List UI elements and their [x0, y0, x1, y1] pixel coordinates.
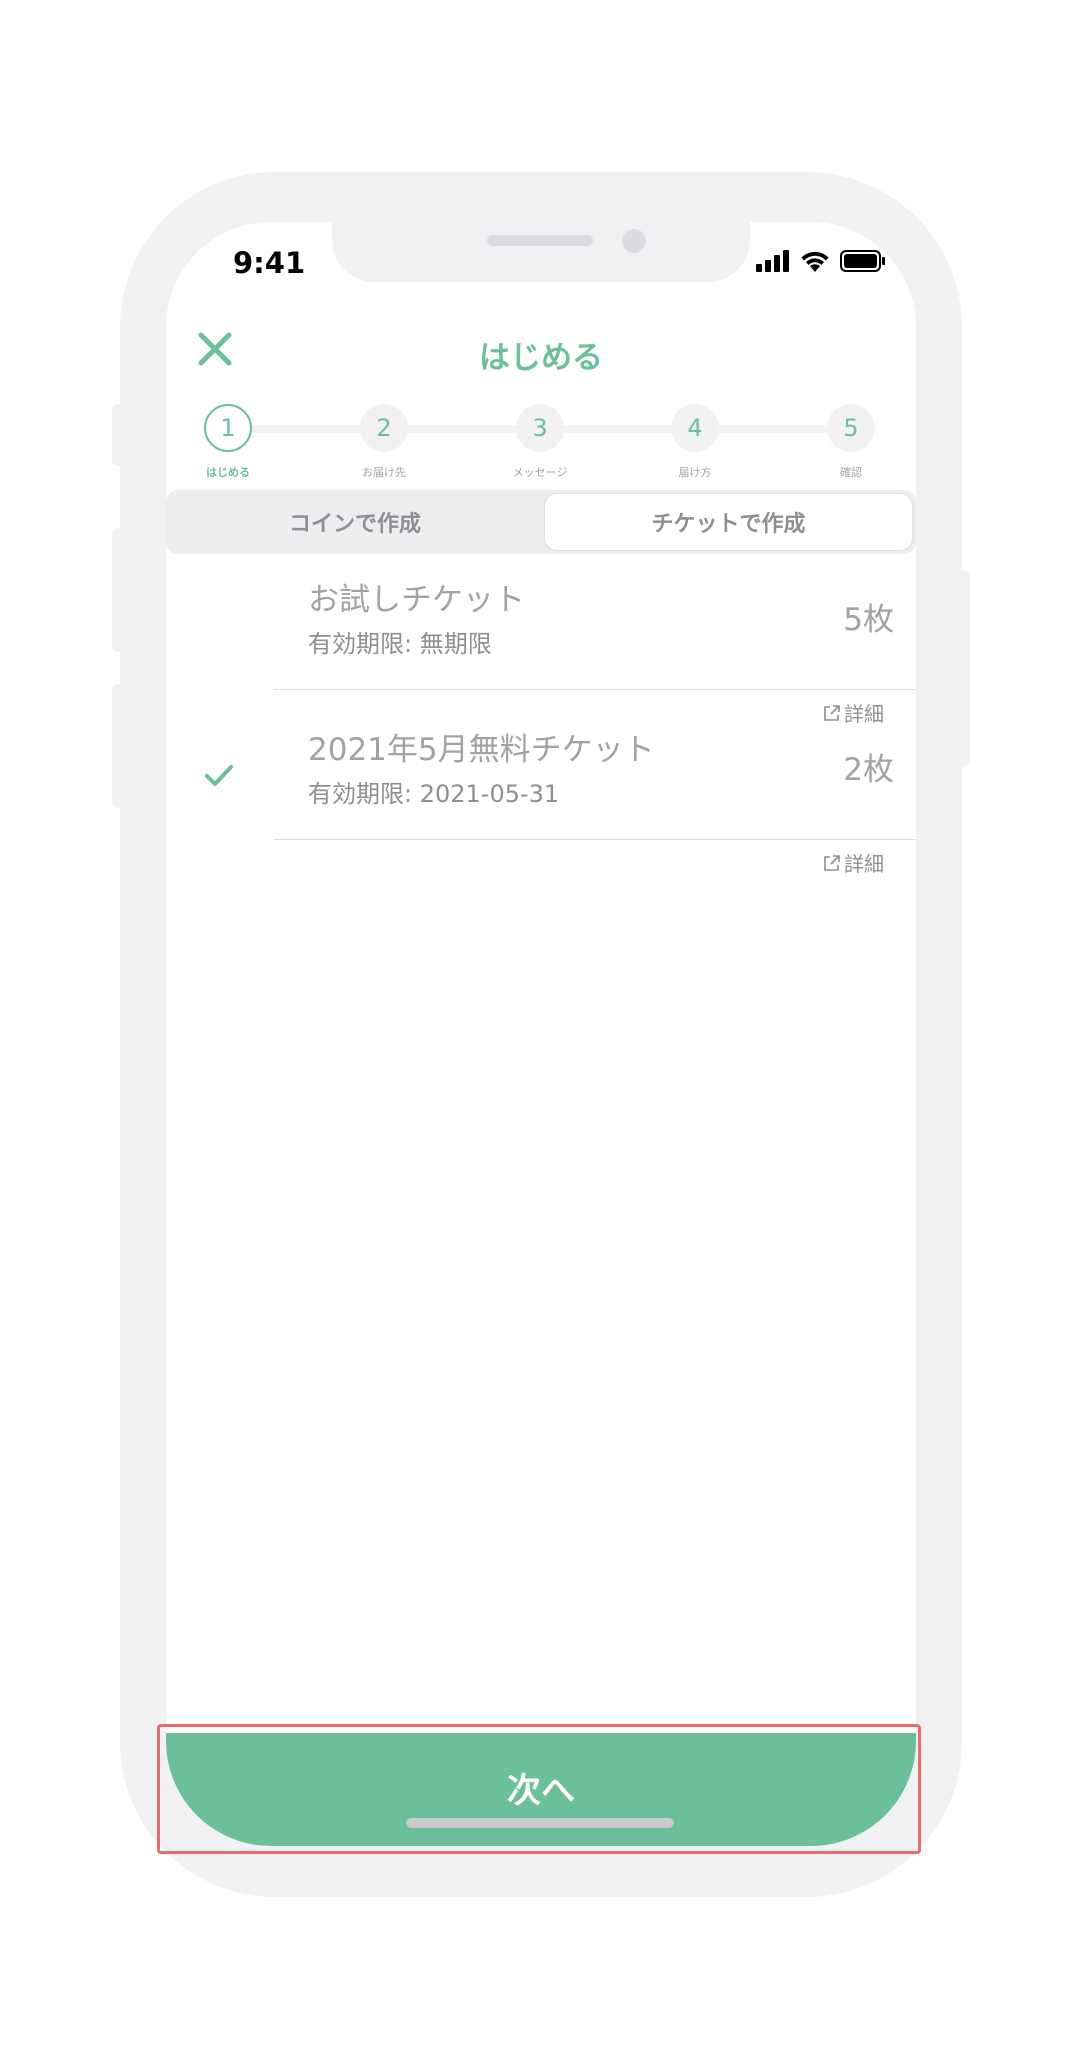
speaker: [487, 235, 593, 246]
status-time: 9:41: [233, 246, 306, 280]
header: はじめる: [166, 330, 916, 380]
device-power-button: [958, 570, 970, 766]
step-5-label: 確認: [840, 466, 862, 479]
step-4: 4: [671, 404, 719, 452]
device-silent-switch: [112, 404, 124, 466]
ticket-validity: 有効期限: 2021-05-31: [308, 780, 560, 808]
page-title: はじめる: [479, 340, 603, 376]
device-volume-up: [112, 528, 124, 652]
segment-ticket[interactable]: チケットで作成: [545, 494, 912, 550]
ticket-detail-link[interactable]: 詳細: [822, 848, 884, 877]
notch: [332, 222, 750, 282]
ticket-title: お試しチケット: [308, 582, 525, 618]
progress-stepper: 1 2 3 4 5 はじめる お届け先 メッセージ 届け方 確認: [166, 404, 916, 484]
step-5: 5: [827, 404, 875, 452]
divider: [274, 689, 916, 690]
ticket-count: 2枚: [843, 752, 894, 788]
ticket-item[interactable]: お試しチケット 有効期限: 無期限 5枚 詳細: [166, 574, 916, 726]
step-3-label: メッセージ: [512, 466, 568, 479]
step-2: 2: [360, 404, 408, 452]
status-icons: [756, 250, 886, 272]
signal-icon: [756, 250, 789, 272]
ticket-detail-link[interactable]: 詳細: [822, 698, 884, 727]
ticket-validity: 有効期限: 無期限: [308, 630, 492, 658]
camera: [622, 229, 646, 253]
ticket-count: 5枚: [843, 602, 894, 638]
external-link-icon: [824, 704, 840, 721]
step-3: 3: [516, 404, 564, 452]
ticket-item[interactable]: 2021年5月無料チケット 有効期限: 2021-05-31 2枚 詳細: [166, 724, 916, 876]
highlight-annotation-box: [157, 1724, 921, 1854]
step-4-label: 届け方: [678, 466, 712, 479]
battery-icon: [840, 250, 885, 272]
creation-mode-segmented-control: コインで作成 チケットで作成: [166, 490, 916, 554]
step-2-label: お届け先: [362, 466, 406, 479]
step-1-label: はじめる: [206, 466, 250, 479]
ticket-title: 2021年5月無料チケット: [308, 732, 655, 768]
wifi-icon: [801, 251, 829, 272]
divider: [274, 839, 916, 840]
segment-coin[interactable]: コインで作成: [170, 494, 540, 550]
ticket-detail-label: 詳細: [844, 852, 884, 876]
app-screen: 9:41 はじめる 1 2 3 4 5 はじめる お届け先 メッセージ 届け方 …: [166, 222, 916, 1846]
device-volume-down: [112, 684, 124, 808]
external-link-icon: [824, 854, 840, 871]
checkmark-icon: [205, 765, 233, 786]
ticket-detail-label: 詳細: [844, 702, 884, 726]
step-1: 1: [204, 404, 252, 452]
